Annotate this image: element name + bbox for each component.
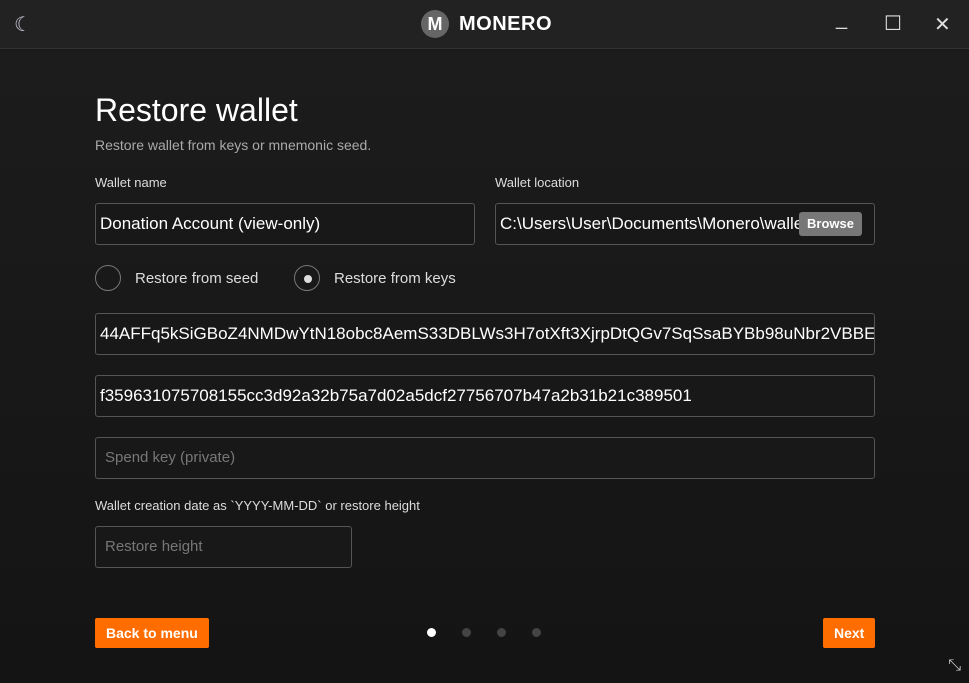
title-bar: ☾ M MONERO _ ☐ ✕ [0,0,969,49]
back-to-menu-button[interactable]: Back to menu [95,618,209,648]
resize-handle-icon[interactable]: ⤡ [948,657,961,675]
wallet-name-input[interactable]: Donation Account (view-only) [95,203,475,245]
browse-button[interactable]: Browse [799,212,862,236]
step-dot-2 [462,628,471,637]
wallet-location-value: C:\Users\User\Documents\Monero\wallets [500,214,817,233]
radio-circle-selected [294,265,320,291]
wallet-name-label: Wallet name [95,175,167,190]
maximize-button[interactable]: ☐ [884,11,902,36]
moon-icon[interactable]: ☾ [14,12,32,37]
next-button[interactable]: Next [823,618,876,648]
step-dot-3 [497,628,506,637]
restore-from-seed-radio[interactable]: Restore from seed [95,265,258,291]
radio-circle [95,265,121,291]
app-name: MONERO [459,12,552,35]
monero-logo: M MONERO [421,10,552,38]
step-dot-1 [427,628,436,637]
close-button[interactable]: ✕ [934,12,951,37]
page-title: Restore wallet [95,92,298,128]
address-input[interactable]: 44AFFq5kSiGBoZ4NMDwYtN18obc8AemS33DBLWs3… [95,313,875,355]
restore-from-keys-radio[interactable]: Restore from keys [294,265,456,291]
restore-height-input[interactable]: Restore height [95,526,352,568]
wallet-location-label: Wallet location [495,175,580,190]
radio-label: Restore from keys [334,269,456,287]
view-key-input[interactable]: f359631075708155cc3d92a32b75a7d02a5dcf27… [95,375,875,417]
page-subtitle: Restore wallet from keys or mnemonic see… [95,137,372,153]
minimize-button[interactable]: _ [836,8,847,31]
step-dot-4 [532,628,541,637]
logo-icon: M [421,10,449,38]
spend-key-input[interactable]: Spend key (private) [95,437,875,479]
restore-height-label: Wallet creation date as `YYYY-MM-DD` or … [95,498,420,513]
wallet-location-input[interactable]: C:\Users\User\Documents\Monero\wallets B… [495,203,875,245]
radio-label: Restore from seed [135,269,259,287]
